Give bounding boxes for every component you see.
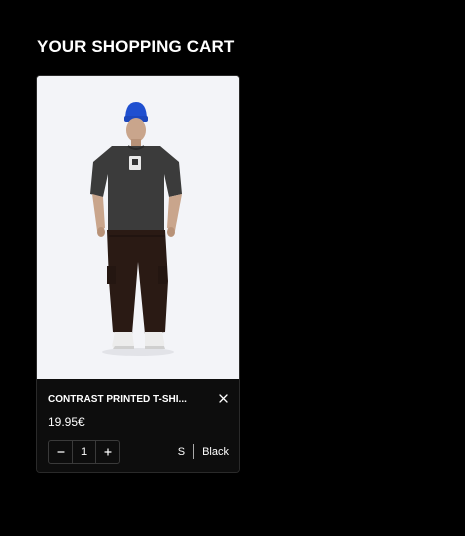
- close-icon: [218, 393, 228, 403]
- color-label: Black: [202, 445, 229, 458]
- quantity-value: 1: [72, 441, 96, 463]
- variant-info: S Black: [178, 444, 229, 459]
- size-label: S: [177, 445, 186, 458]
- remove-item-button[interactable]: [215, 390, 231, 406]
- cart-item-card: CONTRAST PRINTED T-SHI... 19.95€ 1 S Bla…: [36, 75, 240, 473]
- decrement-button[interactable]: [49, 441, 72, 463]
- product-info: CONTRAST PRINTED T-SHI... 19.95€ 1 S Bla…: [37, 379, 239, 472]
- minus-icon: [56, 451, 65, 453]
- variant-divider: [193, 444, 195, 459]
- page-title: YOUR SHOPPING CART: [37, 37, 235, 56]
- plus-icon: [103, 448, 112, 456]
- product-price: 19.95€: [48, 415, 85, 429]
- increment-button[interactable]: [96, 441, 119, 463]
- quantity-stepper: 1: [48, 440, 120, 464]
- product-image[interactable]: [37, 76, 239, 379]
- product-name[interactable]: CONTRAST PRINTED T-SHI...: [48, 394, 208, 405]
